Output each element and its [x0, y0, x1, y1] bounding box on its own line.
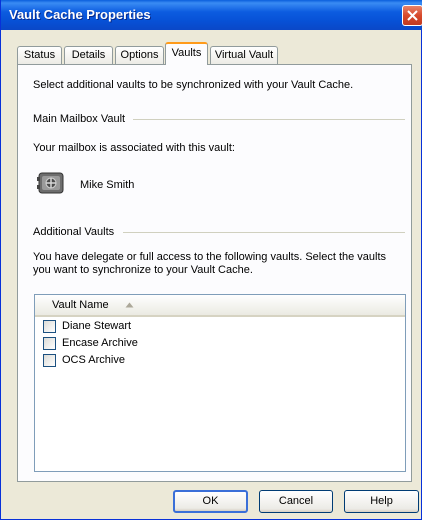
main-mailbox-description: Your mailbox is associated with this vau…: [33, 142, 235, 154]
vault-item-label: OCS Archive: [62, 354, 125, 366]
group-divider: [133, 119, 405, 120]
additional-vaults-description: you want to synchronize to your Vault Ca…: [33, 264, 253, 276]
vault-checkbox[interactable]: [43, 320, 56, 333]
window-title: Vault Cache Properties: [9, 7, 151, 22]
main-mailbox-group-label: Main Mailbox Vault: [33, 113, 126, 125]
tab-status[interactable]: Status: [17, 46, 62, 64]
close-icon: [407, 10, 418, 21]
vault-checkbox[interactable]: [43, 337, 56, 350]
tab-vaults[interactable]: Vaults: [165, 42, 208, 65]
tab-label: Status: [23, 49, 56, 61]
sort-ascending-icon: [125, 302, 134, 308]
close-button[interactable]: [402, 5, 422, 26]
vaults-tab-panel: Select additional vaults to be synchroni…: [17, 64, 412, 482]
tab-label: Details: [71, 49, 106, 61]
vault-checkbox[interactable]: [43, 354, 56, 367]
vault-list-item[interactable]: OCS Archive: [35, 352, 405, 369]
ok-button[interactable]: OK: [173, 490, 248, 513]
tab-options[interactable]: Options: [115, 46, 164, 64]
mailbox-vault-icon: [37, 172, 64, 194]
additional-vaults-group-label: Additional Vaults: [33, 226, 115, 238]
main-vault-user-name: Mike Smith: [80, 179, 135, 191]
column-header-label: Vault Name: [52, 299, 109, 311]
tab-label: Vaults: [171, 47, 202, 59]
properties-dialog: Vault Cache Properties Status Details Op…: [0, 0, 422, 520]
group-divider: [123, 232, 405, 233]
vault-list[interactable]: Vault Name Diane Stewart Encase Archive …: [34, 294, 406, 472]
vault-item-label: Encase Archive: [62, 337, 138, 349]
tab-label: Options: [120, 49, 159, 61]
cancel-button[interactable]: Cancel: [259, 490, 333, 513]
intro-text: Select additional vaults to be synchroni…: [33, 79, 354, 91]
vault-name-column-header[interactable]: Vault Name: [35, 295, 405, 317]
tab-virtual-vault[interactable]: Virtual Vault: [210, 46, 278, 64]
tab-label: Virtual Vault: [214, 49, 274, 61]
title-bar[interactable]: Vault Cache Properties: [1, 0, 422, 30]
additional-vaults-description: You have delegate or full access to the …: [33, 251, 387, 263]
vault-list-item[interactable]: Diane Stewart: [35, 318, 405, 335]
help-button[interactable]: Help: [344, 490, 419, 513]
vault-item-label: Diane Stewart: [62, 320, 132, 332]
tab-details[interactable]: Details: [64, 46, 113, 64]
vault-list-item[interactable]: Encase Archive: [35, 335, 405, 352]
